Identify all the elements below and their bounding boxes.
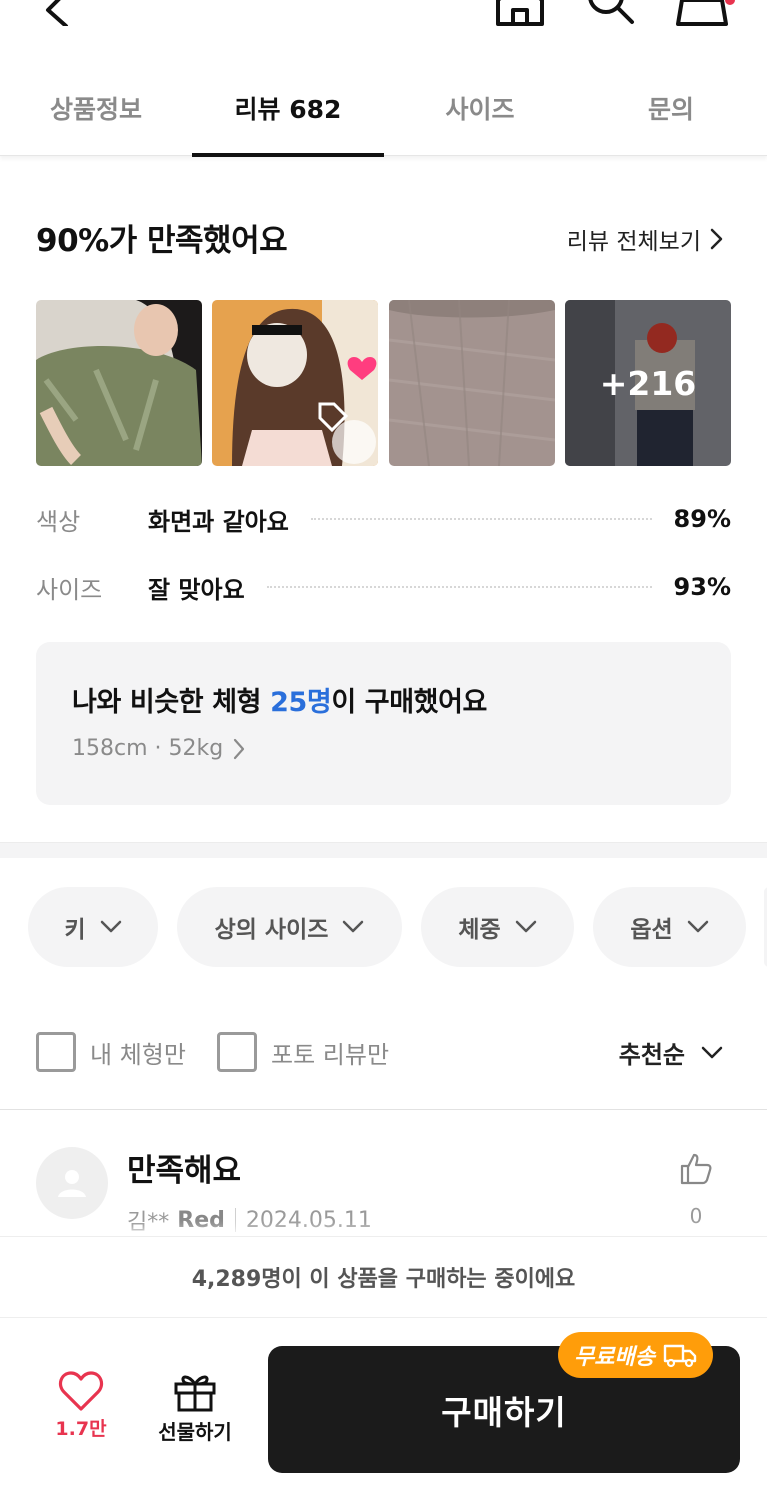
filter-chip-height[interactable]: 키 <box>28 887 158 967</box>
stat-percent: 93% <box>673 573 731 601</box>
list-divider <box>0 1109 767 1110</box>
review-photo[interactable] <box>389 300 555 466</box>
similar-body-measure: 158cm · 52kg <box>72 736 245 761</box>
review-author: 김** <box>127 1210 170 1235</box>
search-icon[interactable] <box>584 0 636 30</box>
similar-body-headline: 나와 비슷한 체형 25명이 구매했어요 <box>72 680 487 719</box>
back-arrow-icon[interactable] <box>36 0 76 30</box>
review-photo-more[interactable]: +216 <box>565 300 731 466</box>
review-date: 2024.05.11 <box>245 1207 372 1233</box>
like-count: 0 <box>689 1204 703 1228</box>
stat-value: 잘 맞아요 <box>148 575 245 604</box>
truck-icon <box>663 1344 697 1368</box>
review-summary-title: 90%가 만족했어요 <box>36 223 288 259</box>
checkbox-label: 내 체형만 <box>90 1040 186 1069</box>
more-photos-count: +216 <box>599 363 697 403</box>
filter-label: 키 <box>64 917 86 943</box>
similar-suffix: 이 구매했어요 <box>331 687 487 718</box>
filter-chip-option[interactable]: 옵션 <box>593 887 746 967</box>
gift-button[interactable]: 선물하기 <box>152 1370 238 1445</box>
avatar <box>36 1147 108 1219</box>
stat-key: 사이즈 <box>36 575 103 604</box>
filter-label: 옵션 <box>630 917 673 943</box>
review-meta: 김** Red 2024.05.11 <box>127 1204 372 1236</box>
checkbox-label: 포토 리뷰만 <box>271 1040 390 1069</box>
view-all-label: 리뷰 전체보기 <box>566 229 701 255</box>
free-shipping-label: 무료배송 <box>574 1345 655 1370</box>
chevron-down-icon <box>515 920 536 933</box>
chevron-down-icon <box>687 920 708 933</box>
gift-icon <box>174 1375 216 1412</box>
review-title: 만족해요 <box>127 1153 242 1189</box>
review-photo[interactable] <box>36 300 202 466</box>
stat-value: 화면과 같아요 <box>148 507 289 536</box>
review-option: Red <box>177 1207 225 1233</box>
bottom-action-bar: 1.7만 선물하기 구매하기 무료배송 <box>0 1318 767 1500</box>
stat-key: 색상 <box>36 507 81 536</box>
meta-separator <box>234 1208 236 1232</box>
buying-now-banner: 4,289명이 이 상품을 구매하는 중이에요 <box>0 1236 767 1318</box>
view-all-reviews-link[interactable]: 리뷰 전체보기 <box>567 222 723 256</box>
chevron-down-icon <box>100 920 121 933</box>
similar-count: 25명 <box>270 687 332 718</box>
photo-review-only-checkbox[interactable]: 포토 리뷰만 <box>217 1032 389 1072</box>
dotted-leader <box>310 518 652 520</box>
wish-count: 1.7만 <box>55 1418 107 1440</box>
dotted-leader <box>266 586 652 588</box>
top-bar <box>0 0 767 40</box>
checkbox-box[interactable] <box>217 1032 257 1072</box>
filter-label: 상의 사이즈 <box>214 917 329 943</box>
sort-dropdown[interactable]: 추천순 <box>619 1035 723 1070</box>
chevron-down-icon <box>701 1046 723 1058</box>
product-tabs: 상품정보 리뷰 682 사이즈 문의 <box>0 60 767 157</box>
chevron-right-icon <box>710 228 723 250</box>
body-measurements: 158cm · 52kg <box>72 736 224 761</box>
my-body-only-checkbox[interactable]: 내 체형만 <box>36 1032 186 1072</box>
user-icon <box>58 1170 86 1197</box>
review-photo-strip: +216 <box>36 300 731 466</box>
home-icon[interactable] <box>494 0 546 30</box>
cart-icon[interactable] <box>676 0 736 30</box>
similar-body-card[interactable]: 나와 비슷한 체형 25명이 구매했어요 158cm · 52kg <box>36 642 731 805</box>
free-shipping-badge: 무료배송 <box>558 1332 713 1378</box>
tab-reviews[interactable]: 리뷰 682 <box>192 60 384 157</box>
heart-icon <box>58 1371 104 1411</box>
chevron-down-icon <box>343 920 364 933</box>
review-photo[interactable] <box>212 300 378 466</box>
tab-inquiry[interactable]: 문의 <box>575 60 767 156</box>
tab-size[interactable]: 사이즈 <box>384 60 576 156</box>
stat-row-size: 사이즈 잘 맞아요 93% <box>36 567 731 607</box>
sort-label: 추천순 <box>618 1041 685 1069</box>
wishlist-button[interactable]: 1.7만 <box>46 1370 116 1441</box>
checkbox-box[interactable] <box>36 1032 76 1072</box>
tab-product-info[interactable]: 상품정보 <box>0 60 192 156</box>
stat-row-color: 색상 화면과 같아요 89% <box>36 499 731 539</box>
filter-chip-weight[interactable]: 체중 <box>421 887 574 967</box>
filter-label: 체중 <box>458 917 501 943</box>
gift-label: 선물하기 <box>158 1420 232 1444</box>
stat-percent: 89% <box>673 505 731 533</box>
similar-prefix: 나와 비슷한 체형 <box>72 687 271 718</box>
chevron-right-icon <box>234 738 245 759</box>
like-button[interactable]: 0 <box>676 1152 716 1228</box>
section-divider <box>0 842 767 858</box>
filter-chip-top-size[interactable]: 상의 사이즈 <box>177 887 402 967</box>
thumbs-up-icon <box>680 1153 712 1185</box>
